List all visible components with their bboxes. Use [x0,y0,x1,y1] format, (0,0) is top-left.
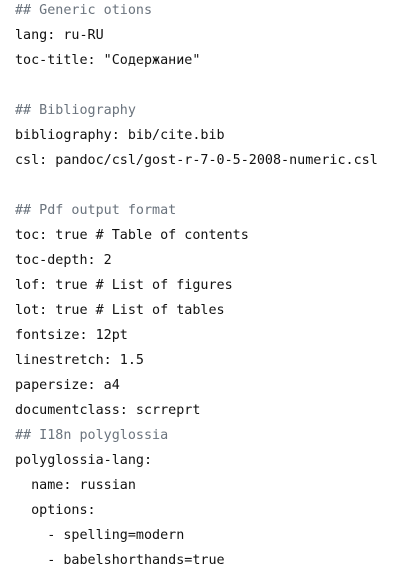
code-line: csl: pandoc/csl/gost-r-7-0-5-2008-numeri… [15,153,378,168]
code-line-comment: ## Generic otions [15,3,153,18]
code-line: fontsize: 12pt [15,328,128,343]
code-line: toc-depth: 2 [15,253,112,268]
code-line-comment: ## Pdf output format [15,203,177,218]
code-block: ## Generic otions lang: ru-RU toc-title:… [0,0,419,578]
code-line: papersize: a4 [15,378,120,393]
code-line: toc-title: "Содержание" [15,53,201,68]
code-line-comment: ## Bibliography [15,103,136,118]
code-line-comment: ## I18n polyglossia [15,428,169,443]
code-line: polyglossia-lang: [15,453,153,468]
code-line: bibliography: bib/cite.bib [15,128,225,143]
code-line: name: russian [15,478,136,493]
code-line: lot: true # List of tables [15,303,225,318]
code-line: options: [15,503,96,518]
code-line: - spelling=modern [15,528,185,543]
code-line: documentclass: scrreprt [15,403,201,418]
code-line: linestretch: 1.5 [15,353,144,368]
code-line: lang: ru-RU [15,28,104,43]
code-line: - babelshorthands=true [15,553,225,568]
code-line: toc: true # Table of contents [15,228,249,243]
code-line: lof: true # List of figures [15,278,233,293]
